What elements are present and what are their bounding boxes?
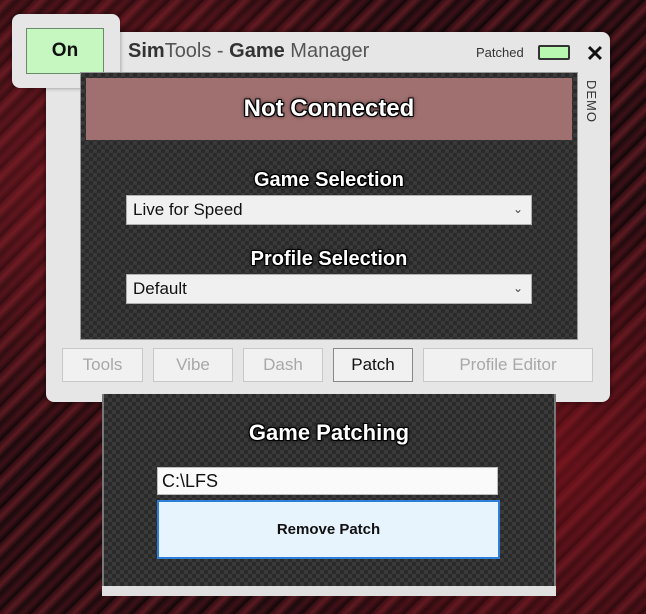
game-selection-label: Game Selection: [253, 169, 405, 191]
game-select[interactable]: Live for Speed ⌄: [126, 195, 532, 225]
tab-profile-editor[interactable]: Profile Editor: [423, 348, 593, 382]
patched-indicator: [538, 45, 570, 60]
tab-tools[interactable]: Tools: [62, 348, 143, 382]
profile-select[interactable]: Default ⌄: [126, 274, 532, 304]
profile-selection-label: Profile Selection: [250, 248, 408, 270]
patch-title: Game Patching: [248, 420, 410, 445]
game-path-field[interactable]: C:\LFS: [157, 467, 498, 495]
title-tools: Tools -: [164, 40, 230, 62]
profile-select-value: Default: [133, 279, 187, 298]
patch-panel-footer: [102, 586, 556, 596]
window-title: SimTools - Game Manager: [128, 40, 369, 63]
title-sim: Sim: [128, 40, 165, 62]
title-game: Game: [229, 40, 285, 62]
game-select-value: Live for Speed: [133, 200, 243, 219]
connection-status: Not Connected: [86, 78, 572, 140]
on-button[interactable]: On: [26, 28, 104, 74]
chevron-down-icon: ⌄: [512, 281, 523, 295]
remove-patch-button[interactable]: Remove Patch: [157, 500, 500, 559]
chevron-down-icon: ⌄: [512, 202, 523, 216]
close-button[interactable]: ✕: [584, 41, 606, 66]
tab-vibe[interactable]: Vibe: [153, 348, 233, 382]
title-manager: Manager: [284, 40, 370, 62]
tab-patch[interactable]: Patch: [333, 348, 413, 382]
tab-dash[interactable]: Dash: [243, 348, 323, 382]
patched-label: Patched: [476, 45, 524, 60]
demo-label: DEMO: [584, 80, 599, 123]
